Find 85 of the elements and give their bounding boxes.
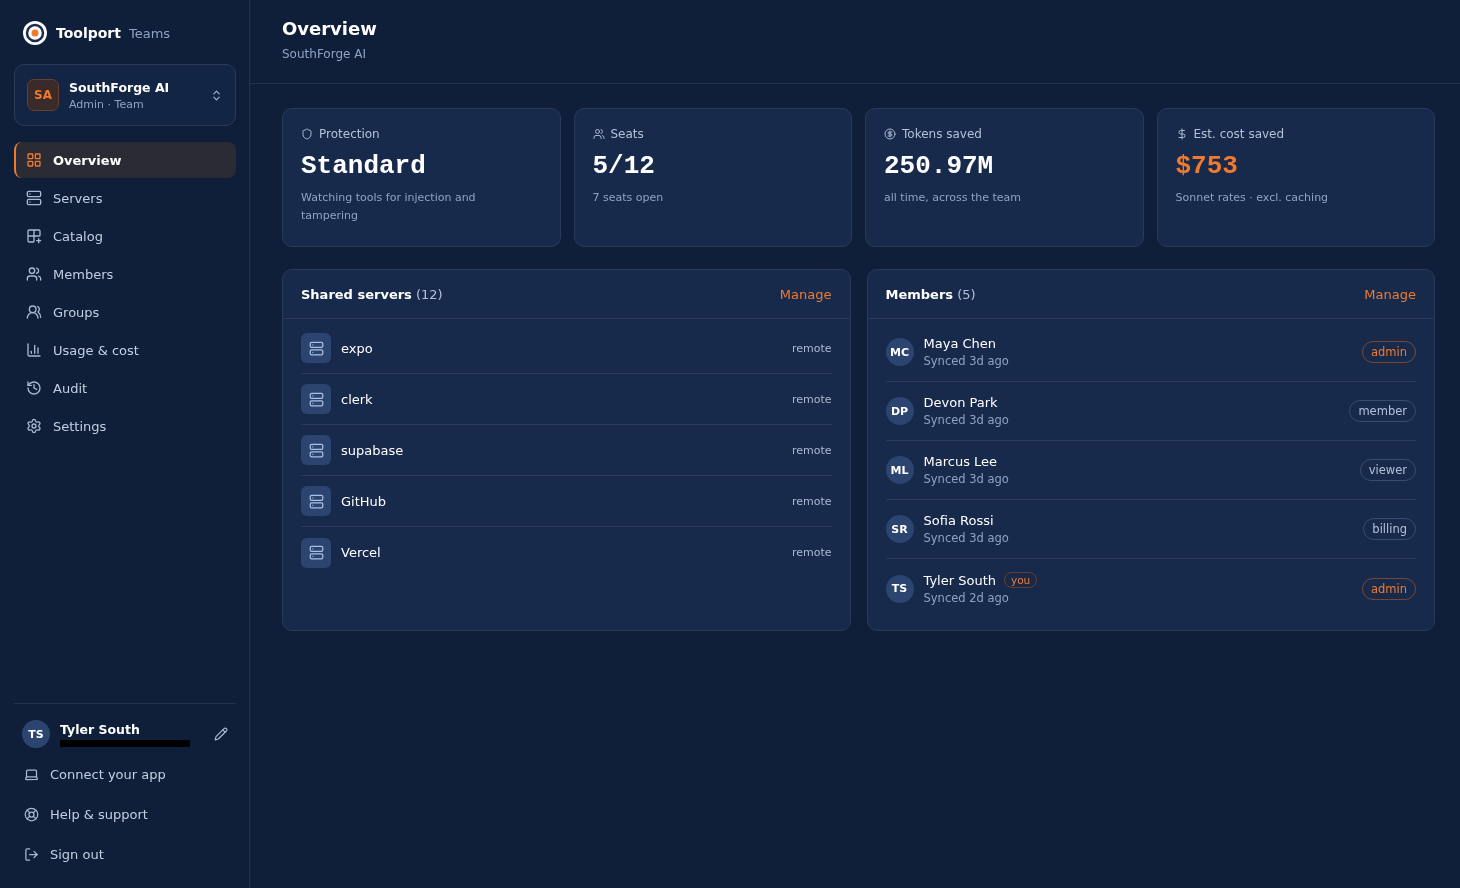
member-sync-time: Synced 3d ago xyxy=(923,413,1010,427)
stat-value: 5/12 xyxy=(592,151,656,181)
server-icon xyxy=(301,384,331,414)
server-icon xyxy=(301,486,331,516)
stat-value: $753 xyxy=(1175,151,1239,181)
group-icon xyxy=(26,304,42,320)
member-name: Maya Chen xyxy=(923,336,997,351)
logo-icon xyxy=(22,20,48,46)
member-sync-time: Synced 3d ago xyxy=(923,472,1010,486)
member-name: Devon Park xyxy=(923,395,998,410)
manage-link[interactable]: Manage xyxy=(779,286,832,302)
lifebuoy-icon xyxy=(24,806,39,822)
nav-item[interactable]: Servers xyxy=(14,180,236,216)
nav-item[interactable]: Groups xyxy=(14,294,236,330)
stat-value: Standard xyxy=(301,151,427,181)
member-name: Marcus Lee xyxy=(923,454,998,469)
member-avatar: SR xyxy=(885,515,914,543)
stat-note: 7 seats open xyxy=(592,190,665,206)
settings-icon xyxy=(26,418,42,434)
brand-name: Toolport xyxy=(56,25,121,41)
stat-label: Protection xyxy=(319,127,380,141)
footer-link[interactable]: Connect your app xyxy=(14,754,236,794)
manage-link[interactable]: Manage xyxy=(1364,286,1416,302)
brand-suffix: Teams xyxy=(128,25,171,41)
nav-item[interactable]: Members xyxy=(14,256,236,292)
chevrons-icon xyxy=(210,88,223,102)
users-icon xyxy=(26,266,42,282)
user-avatar: TS xyxy=(22,720,50,748)
server-type: remote xyxy=(791,341,832,355)
nav-item[interactable]: Catalog xyxy=(14,218,236,254)
member-sync-time: Synced 3d ago xyxy=(923,531,1010,545)
stat-note: Watching tools for injection and tampering xyxy=(301,190,477,224)
dollar-icon xyxy=(1175,128,1188,140)
stat-label: Seats xyxy=(610,127,644,141)
laptop-icon xyxy=(24,766,39,782)
server-name[interactable]: clerk xyxy=(341,391,782,407)
nav-item[interactable]: Usage & cost xyxy=(14,332,236,368)
bar-chart-icon xyxy=(26,342,42,358)
footer-link[interactable]: Help & support xyxy=(14,794,236,834)
grid-icon xyxy=(26,152,42,168)
member-avatar: MC xyxy=(885,338,914,366)
grid-plus-icon xyxy=(26,228,42,244)
server-type: remote xyxy=(791,443,832,457)
footer-link[interactable]: Sign out xyxy=(14,834,236,874)
nav-item[interactable]: Settings xyxy=(14,408,236,444)
panel-title: Members (5) xyxy=(885,286,976,302)
server-icon xyxy=(301,537,331,568)
member-avatar: TS xyxy=(885,574,914,603)
member-sync-time: Synced 3d ago xyxy=(923,354,1010,368)
stat-label: Tokens saved xyxy=(902,127,982,141)
workspace-name: SouthForge AI xyxy=(69,79,171,95)
member-name: Tyler South xyxy=(923,572,996,588)
workspace-switcher[interactable]: SA SouthForge AI Admin · Team xyxy=(14,64,236,126)
users-icon xyxy=(592,128,605,140)
stat-note: all time, across the team xyxy=(884,190,1023,206)
coin-icon xyxy=(884,128,896,140)
stat-label: Est. cost saved xyxy=(1193,127,1285,141)
member-sync-time: Synced 2d ago xyxy=(923,591,1010,605)
server-type: remote xyxy=(791,546,832,559)
member-avatar: ML xyxy=(885,456,914,484)
server-icon xyxy=(301,435,331,465)
server-icon xyxy=(26,190,42,206)
edit-icon[interactable] xyxy=(214,727,228,741)
shield-icon xyxy=(301,128,313,140)
nav-item[interactable]: Audit xyxy=(14,370,236,406)
nav-item[interactable]: Overview xyxy=(14,142,236,178)
server-name[interactable]: supabase xyxy=(341,442,782,458)
server-type: remote xyxy=(791,494,832,508)
server-name[interactable]: expo xyxy=(341,340,782,356)
page-title: Overview xyxy=(282,18,378,39)
sign-out-icon xyxy=(24,846,39,862)
workspace-avatar: SA xyxy=(27,79,59,111)
stat-note: Sonnet rates · excl. caching xyxy=(1175,190,1330,206)
workspace-role: Admin · Team xyxy=(69,97,145,111)
server-name[interactable]: GitHub xyxy=(341,493,782,509)
history-icon xyxy=(26,380,42,396)
server-name[interactable]: Vercel xyxy=(341,545,782,560)
stat-value: 250.97M xyxy=(884,151,995,181)
member-name: Sofia Rossi xyxy=(923,513,994,528)
server-icon xyxy=(301,333,331,363)
panel-title: Shared servers (12) xyxy=(301,286,443,302)
page-subtitle: SouthForge AI xyxy=(282,47,367,61)
server-type: remote xyxy=(791,392,832,406)
member-avatar: DP xyxy=(885,397,914,425)
user-name: Tyler South xyxy=(60,721,141,737)
